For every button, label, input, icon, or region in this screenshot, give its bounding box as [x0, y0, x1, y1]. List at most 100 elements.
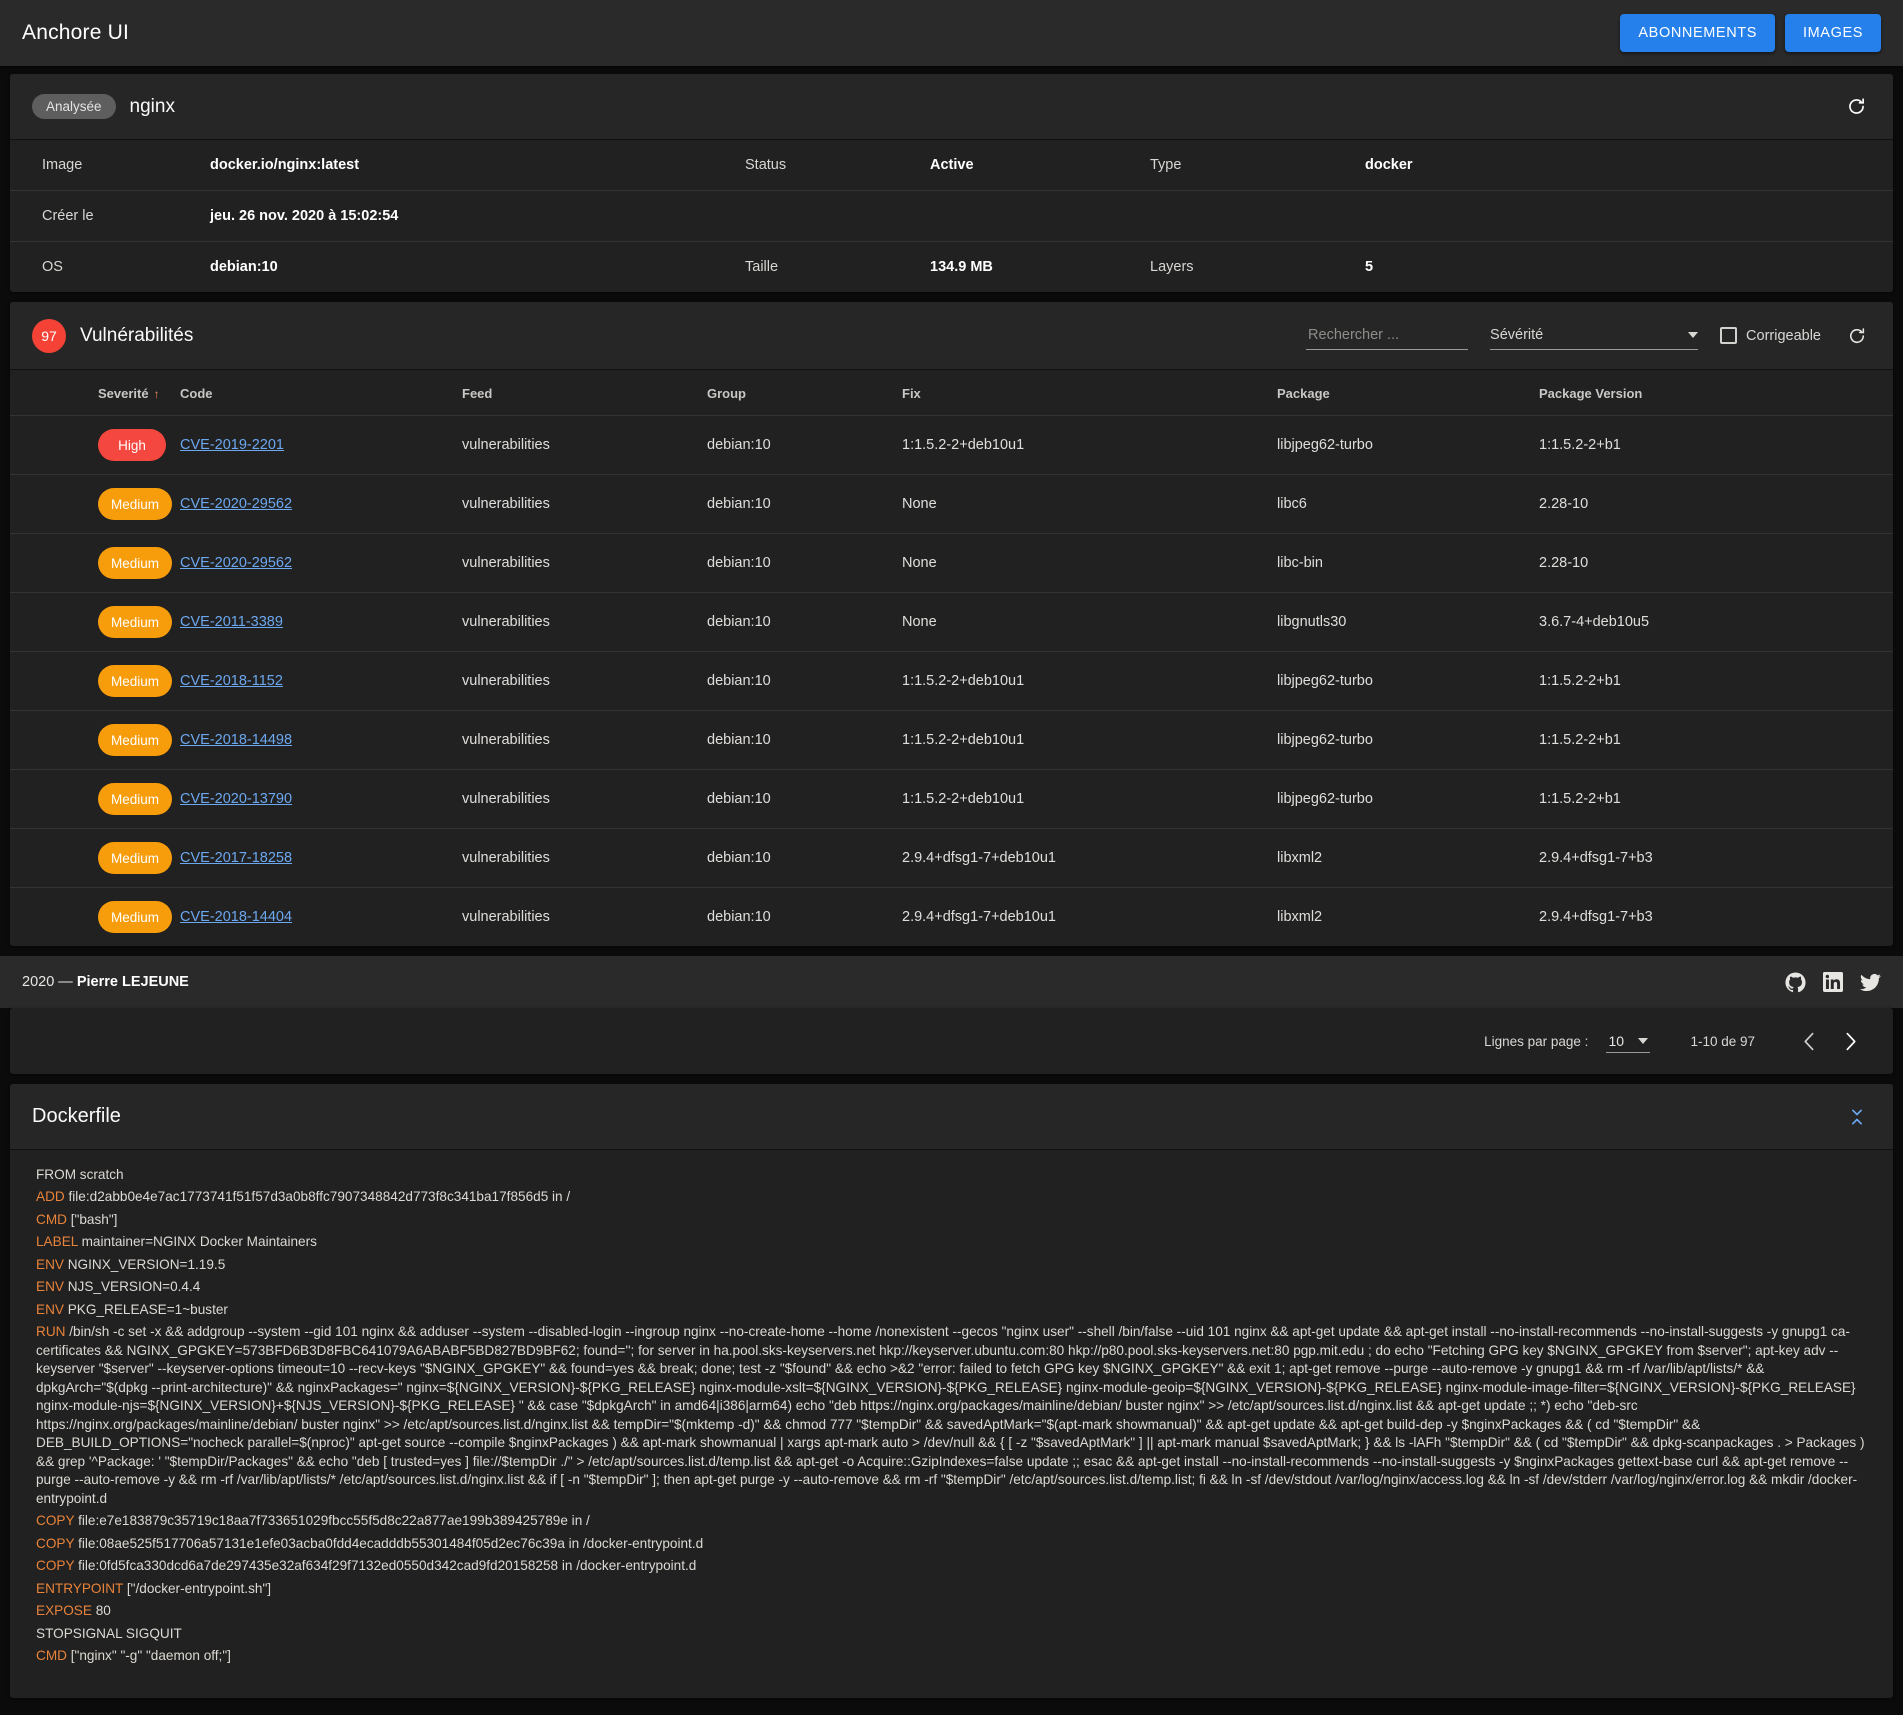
- dockerfile-line: FROM scratch: [36, 1166, 1867, 1184]
- dockerfile-header: Dockerfile: [10, 1084, 1893, 1150]
- cell-feed: vulnerabilities: [462, 651, 707, 711]
- column-header-group[interactable]: Group: [707, 370, 902, 416]
- cve-link[interactable]: CVE-2017-18258: [180, 850, 292, 866]
- rows-per-page-select[interactable]: 10: [1606, 1030, 1651, 1053]
- footer-author: Pierre LEJEUNE: [76, 974, 189, 990]
- cell-package: libjpeg62-turbo: [1277, 769, 1539, 829]
- twitter-icon[interactable]: [1860, 972, 1881, 993]
- cell-package-version: 1:1.5.2-2+b1: [1539, 415, 1893, 475]
- cell-code: CVE-2017-18258: [180, 828, 462, 888]
- collapse-icon[interactable]: [1843, 1103, 1871, 1131]
- cve-link[interactable]: CVE-2011-3389: [180, 614, 283, 630]
- cve-link[interactable]: CVE-2019-2201: [180, 437, 284, 453]
- dockerfile-instruction: RUN: [36, 1324, 66, 1340]
- column-header-code[interactable]: Code: [180, 370, 462, 416]
- cell-severity: Medium: [10, 592, 180, 652]
- dockerfile-line-text: /bin/sh -c set -x && addgroup --system -…: [36, 1324, 1865, 1506]
- cell-package: libc-bin: [1277, 533, 1539, 593]
- dockerfile-instruction: COPY: [36, 1513, 75, 1529]
- dockerfile-instruction: ENV: [36, 1301, 64, 1317]
- checkbox-icon[interactable]: [1720, 327, 1738, 344]
- info-label-status: Status: [745, 140, 930, 191]
- column-header-severity[interactable]: Severité ↑: [10, 370, 180, 416]
- severity-select[interactable]: Sévérité: [1490, 321, 1699, 350]
- info-value-type: docker: [1365, 140, 1893, 191]
- pagination-range: 1-10 de 97: [1690, 1033, 1755, 1049]
- dockerfile-instruction: ENTRYPOINT: [36, 1580, 124, 1596]
- sort-ascending-icon: ↑: [153, 387, 160, 401]
- cell-group: debian:10: [707, 592, 902, 652]
- search-input[interactable]: [1306, 326, 1469, 344]
- cell-group: debian:10: [707, 474, 902, 534]
- search-field[interactable]: [1306, 321, 1469, 350]
- dockerfile-line-text: 80: [95, 1603, 111, 1619]
- dockerfile-line: CMD ["bash"]: [36, 1211, 1867, 1229]
- chevron-left-icon[interactable]: [1789, 1026, 1830, 1057]
- dockerfile-instruction: COPY: [36, 1535, 75, 1551]
- table-row: Image docker.io/nginx:latest Status Acti…: [10, 140, 1893, 191]
- dockerfile-line: ENTRYPOINT ["/docker-entrypoint.sh"]: [36, 1580, 1867, 1598]
- table-row: Medium CVE-2020-29562 vulnerabilities debia…: [10, 533, 1893, 593]
- severity-badge: Medium: [98, 665, 173, 697]
- cve-link[interactable]: CVE-2018-14404: [180, 909, 292, 925]
- table-row: Medium CVE-2018-14498 vulnerabilities debia…: [10, 710, 1893, 770]
- cve-link[interactable]: CVE-2020-13790: [180, 791, 292, 807]
- cell-package: libjpeg62-turbo: [1277, 651, 1539, 711]
- info-label-empty-1: [745, 190, 930, 242]
- cell-group: debian:10: [707, 415, 902, 475]
- dockerfile-line-text: NGINX_VERSION=1.19.5: [67, 1256, 226, 1272]
- dockerfile-line-text: maintainer=NGINX Docker Maintainers: [81, 1234, 317, 1250]
- cell-group: debian:10: [707, 533, 902, 593]
- linkedin-icon[interactable]: [1823, 972, 1843, 992]
- vulnerabilities-table-head: Severité ↑ Code Feed Group Fix Package Pa…: [10, 370, 1893, 416]
- column-header-fix[interactable]: Fix: [902, 370, 1277, 416]
- status-badge: Analysée: [32, 94, 116, 119]
- cve-link[interactable]: CVE-2020-29562: [180, 555, 292, 571]
- cell-package: libxml2: [1277, 909, 1323, 925]
- info-label-os: OS: [42, 259, 63, 275]
- dockerfile-instruction: COPY: [36, 1558, 75, 1574]
- cell-feed: vulnerabilities: [462, 415, 707, 475]
- refresh-icon[interactable]: [1843, 322, 1871, 350]
- severity-badge: High: [98, 429, 166, 461]
- cell-code: CVE-2018-1152: [180, 651, 462, 711]
- cell-fix: 2.9.4+dfsg1-7+deb10u1: [902, 909, 1056, 925]
- cell-code: CVE-2011-3389: [180, 592, 462, 652]
- dockerfile-title: Dockerfile: [32, 1105, 121, 1127]
- cell-package: libgnutls30: [1277, 592, 1539, 652]
- chevron-right-icon[interactable]: [1830, 1026, 1871, 1057]
- cell-code: CVE-2020-13790: [180, 769, 462, 829]
- cell-group: debian:10: [707, 710, 902, 770]
- info-label-empty-2: [1150, 190, 1365, 242]
- table-row: Créer le jeu. 26 nov. 2020 à 15:02:54: [10, 190, 1893, 242]
- subscriptions-button[interactable]: ABONNEMENTS: [1620, 14, 1775, 52]
- dockerfile-line-text: ["nginx" "-g" "daemon off;"]: [70, 1648, 231, 1664]
- table-row: Medium CVE-2018-14404 vulnerabilities debia…: [10, 888, 1893, 947]
- table-row: Medium CVE-2018-1152 vulnerabilities debian…: [10, 651, 1893, 711]
- column-header-package-version[interactable]: Package Version: [1539, 370, 1893, 416]
- table-row: Medium CVE-2017-18258 vulnerabilities debia…: [10, 828, 1893, 888]
- vulnerabilities-controls: Sévérité Corrigeable: [1306, 321, 1871, 350]
- cve-link[interactable]: CVE-2020-29562: [180, 496, 292, 512]
- refresh-icon[interactable]: [1842, 92, 1871, 121]
- images-button[interactable]: IMAGES: [1785, 14, 1881, 52]
- fixable-checkbox-label: Corrigeable: [1746, 327, 1821, 344]
- app-bar: Anchore UI ABONNEMENTS IMAGES: [0, 0, 1903, 66]
- column-header-package[interactable]: Package: [1277, 370, 1539, 416]
- column-header-feed[interactable]: Feed: [462, 370, 707, 416]
- dockerfile-line: COPY file:08ae525f517706a57131e1efe03acb…: [36, 1535, 1867, 1553]
- fixable-checkbox[interactable]: Corrigeable: [1720, 327, 1821, 344]
- cell-package-version: 3.6.7-4+deb10u5: [1539, 592, 1893, 652]
- github-icon[interactable]: [1785, 971, 1806, 993]
- dockerfile-instruction: CMD: [36, 1648, 67, 1664]
- column-header-severity-label: Severité: [98, 386, 149, 401]
- cell-code: CVE-2018-14404: [180, 888, 462, 947]
- severity-badge: Medium: [98, 901, 173, 933]
- cve-link[interactable]: CVE-2018-14498: [180, 732, 292, 748]
- dockerfile-line-text: file:e7e183879c35719c18aa7f733651029fbcc…: [78, 1513, 590, 1529]
- cell-package-version: 1:1.5.2-2+b1: [1539, 710, 1893, 770]
- footer-bar: 2020 — Pierre LEJEUNE: [0, 956, 1903, 1008]
- cve-link[interactable]: CVE-2018-1152: [180, 673, 283, 689]
- cell-severity: Medium: [10, 651, 180, 711]
- dockerfile-line-text: ["/docker-entrypoint.sh"]: [126, 1580, 272, 1596]
